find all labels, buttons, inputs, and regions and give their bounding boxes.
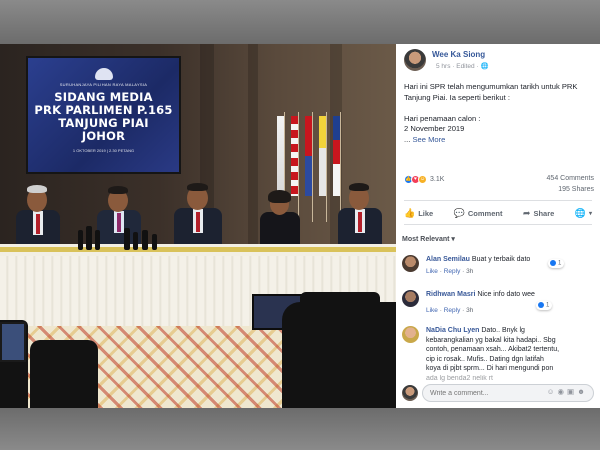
speech-bubble-icon: 💬 xyxy=(453,208,465,218)
share-arrow-icon: ➦ xyxy=(522,208,531,218)
comment-item: Ridhwan Masri Nice info dato wee 1 Like … xyxy=(402,290,594,320)
comment-button[interactable]: 💬 Comment xyxy=(454,208,503,219)
thumbs-up-icon: 👍 xyxy=(404,208,416,218)
person-right-official xyxy=(336,182,384,250)
microphone xyxy=(133,232,138,250)
microphone xyxy=(78,230,83,250)
nomination-label: Hari penamaan calon : xyxy=(404,113,481,123)
bottom-frame-bar xyxy=(0,408,600,450)
comment-like-link[interactable]: Like xyxy=(426,307,438,314)
camera-icon[interactable]: ◉ xyxy=(557,387,567,396)
emoji-icon[interactable]: ☺ xyxy=(547,387,558,396)
microphone xyxy=(124,228,130,250)
author-name[interactable]: Wee Ka Siong xyxy=(432,50,485,59)
comment-reply-link[interactable]: Reply xyxy=(444,307,461,314)
shares-count[interactable]: 195 Shares xyxy=(558,186,594,193)
event-backdrop-screen: SURUHANJAYA PILIHAN RAYA MALAYSIA SIDANG… xyxy=(26,56,181,174)
comment-text-line: kebarangkalian yg bakal kita hadapi.. Sb… xyxy=(426,336,556,344)
ellipsis: ... xyxy=(404,134,411,144)
author-avatar[interactable] xyxy=(404,49,426,71)
camera-handle-right xyxy=(300,292,380,318)
person-woman-official xyxy=(258,190,302,250)
see-more-link[interactable]: See More xyxy=(412,135,445,144)
top-frame-bar xyxy=(0,0,600,44)
globe-icon: 🌐 xyxy=(574,208,586,218)
share-button[interactable]: ➦ Share xyxy=(523,208,554,219)
reaction-summary[interactable]: 👍 ♥ ☺ 3.1K xyxy=(404,175,444,184)
facebook-post: Wee Ka Siong 5 hrs · Edited · 🌐 Hari ini… xyxy=(396,44,600,408)
like-icon xyxy=(550,260,556,266)
wow-reaction-icon: ☺ xyxy=(418,175,427,184)
comment-time: 3h xyxy=(466,268,474,275)
globe-icon: 🌐 xyxy=(480,63,489,70)
backdrop-date: 1 OKTOBER 2019 | 2.30 PETANG xyxy=(72,148,135,153)
viewer-avatar xyxy=(402,385,418,401)
comments-count[interactable]: 454 Comments xyxy=(547,175,594,182)
comment-time: 3h xyxy=(466,307,474,314)
commenter-name[interactable]: Ridhwan Masri xyxy=(426,291,475,298)
flag-yellow xyxy=(319,116,326,196)
commenter-name[interactable]: NaDia Chu Lyen xyxy=(426,327,479,334)
commenter-avatar[interactable] xyxy=(402,290,419,307)
post-meta: 5 hrs · Edited · 🌐 xyxy=(436,63,489,70)
nomination-date: 2 November 2019 xyxy=(404,124,465,134)
person-left-official xyxy=(14,184,62,250)
like-icon xyxy=(538,302,544,308)
post-paragraph: Hari ini SPR telah mengumumkan tarikh un… xyxy=(404,82,578,102)
comment-text-line: cip ic rosak.. Mufis.. Dating dgn latifa… xyxy=(426,355,544,363)
comment-item: Alan Semilau Buat y terbaik dato 1 Like … xyxy=(402,255,594,285)
flag-white xyxy=(277,116,284,196)
post-time[interactable]: 5 hrs xyxy=(436,63,450,70)
sticker-icon[interactable]: ☻ xyxy=(577,387,588,396)
comment-text: Nice info dato wee xyxy=(477,291,535,298)
microphone xyxy=(142,230,148,250)
comment-reply-link[interactable]: Reply xyxy=(444,268,461,275)
gif-icon[interactable]: ▣ xyxy=(567,387,577,396)
comment-composer: ☺◉▣☻ xyxy=(402,384,594,402)
reaction-count: 3.1K xyxy=(430,176,445,183)
press-conference-photo: SURUHANJAYA PILIHAN RAYA MALAYSIA SIDANG… xyxy=(0,44,396,408)
flag-malaysia xyxy=(291,116,298,196)
post-actions: 👍 Like 💬 Comment ➦ Share 🌐 ▾ xyxy=(404,208,592,219)
post-text: Hari ini SPR telah mengumumkan tarikh un… xyxy=(404,82,594,146)
comment-text-line: ada lg benda2 nelik rt xyxy=(426,374,493,382)
person-official-glasses xyxy=(172,182,224,250)
chevron-down-icon: ▾ xyxy=(588,211,592,217)
comment-item: NaDia Chu Lyen Dato.. Bnyk lg kebarangka… xyxy=(402,326,594,382)
post-edited[interactable]: Edited xyxy=(456,63,474,70)
camera-body-left xyxy=(30,340,98,408)
comment-reaction-badge[interactable]: 1 xyxy=(536,301,553,310)
comment-text-line: Dato.. Bnyk lg xyxy=(481,327,525,334)
spr-logo xyxy=(94,68,113,80)
audience-selector[interactable]: 🌐 ▾ xyxy=(575,208,592,219)
backdrop-line4: JOHOR xyxy=(81,129,126,143)
chevron-down-icon: ▾ xyxy=(451,236,455,243)
comment-like-link[interactable]: Like xyxy=(426,268,438,275)
commenter-name[interactable]: Alan Semilau xyxy=(426,256,470,263)
camera-screen-left xyxy=(0,322,26,362)
comment-text: Buat y terbaik dato xyxy=(471,256,531,263)
commenter-avatar[interactable] xyxy=(402,255,419,272)
like-button[interactable]: 👍 Like xyxy=(404,208,433,219)
microphone xyxy=(95,230,100,250)
comment-text-line: koya di pjbt sprm... Di hari mengundi po… xyxy=(426,365,554,372)
comment-reaction-badge[interactable]: 1 xyxy=(548,259,565,268)
comment-sort-dropdown[interactable]: Most Relevant ▾ xyxy=(402,235,455,243)
commenter-avatar[interactable] xyxy=(402,326,419,343)
flag-johor xyxy=(305,116,312,196)
microphone xyxy=(86,226,92,250)
comment-text-line: contoh, penamaan xsah... Akibat2 tertent… xyxy=(426,346,560,353)
microphone xyxy=(152,234,157,250)
backdrop-org: SURUHANJAYA PILIHAN RAYA MALAYSIA xyxy=(59,82,148,87)
